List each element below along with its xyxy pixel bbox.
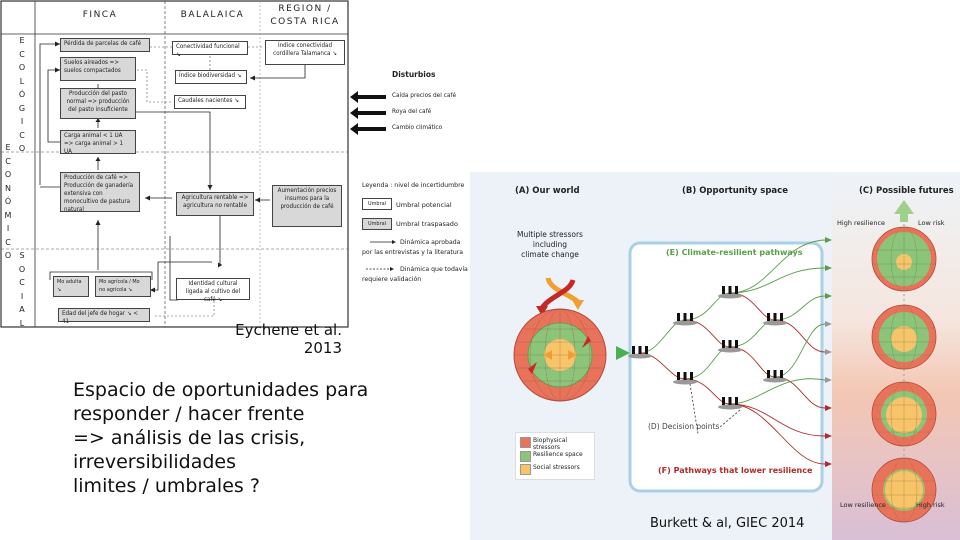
box-perdida-parcelas: Pérdida de parcelas de café — [60, 38, 150, 52]
legend-umbral-traspasado: Umbral traspasado — [396, 220, 458, 228]
disturbio-item: Caída precios del café — [392, 93, 457, 99]
arrow-left-icon — [350, 91, 386, 103]
legend-umbral-potencial: Umbral potencial — [396, 201, 452, 209]
column-header-balalaica: BALALAICA — [180, 10, 245, 20]
disturbios-title: Disturbios — [392, 70, 436, 79]
box-produccion-pasto: Producción del pasto normal => producció… — [60, 88, 136, 119]
box-aumentacion-precios: Aumentación precios insumos para la prod… — [272, 185, 342, 227]
box-caudales: Caudales nacientes ↘ — [174, 95, 246, 109]
legend-swatch-biophysical — [520, 437, 531, 448]
ipcc-figure: (A) Our world (B) Opportunity space (C) … — [470, 172, 960, 540]
ipcc-legend: Biophysical stressors Resilience space S… — [515, 432, 595, 480]
arrow-left-icon — [350, 123, 386, 135]
future-earth-4 — [871, 457, 937, 523]
box-carga-animal: Carga animal < 1 UA => carga animal > 1 … — [60, 130, 136, 155]
column-header-region: REGION / COSTA RICA — [270, 4, 340, 27]
high-risk-label: High risk — [916, 501, 945, 509]
flowchart-diagram: FINCA BALALAICA REGION / COSTA RICA ECOL… — [0, 0, 350, 330]
disturbios-arrows — [350, 91, 386, 135]
box-identidad-cultural: Identidad cultural ligada al cultivo del… — [176, 278, 250, 303]
legend-label-social: Social stressors — [533, 464, 580, 471]
box-mo-agricola: Mo agrícola / Mo no agrícola ↘ — [95, 276, 151, 297]
legend-label-resilience: Resilience space — [533, 451, 583, 458]
future-earth-1 — [871, 226, 937, 292]
low-resilience-label: Low resilience — [840, 501, 886, 509]
box-indice-biodiversidad: Índice biodiversidad ↘ — [175, 70, 247, 84]
legend-swatch-resilience — [520, 451, 531, 462]
legend-dashed-line: Dinámica que todavía requiere validación — [362, 266, 468, 283]
legend-solid-line: Dinámica aprobada por las entrevistas y … — [362, 239, 464, 256]
box-suelos: Suelos aireados => suelos compactados — [60, 57, 136, 81]
box-edad-jefe: Edad del jefe de hogar ↘ < 41 — [58, 308, 150, 325]
low-risk-label: Low risk — [918, 219, 945, 227]
row-label-ecologico: ECOLÓGICO — [18, 36, 26, 153]
box-conectividad-funcional: Conectividad funcional ↘ — [172, 41, 248, 58]
disturbio-item: Cambio climático — [392, 125, 443, 131]
arrow-left-icon — [350, 107, 386, 119]
box-mo-adulta: Mo adulta ↘ — [53, 276, 89, 297]
start-arrow-icon — [616, 346, 630, 360]
opportunity-space-frame — [628, 241, 824, 493]
legend-label-biophysical: Biophysical stressors — [533, 437, 568, 451]
future-earth-3 — [871, 381, 937, 447]
decision-points-label: (D) Decision points — [648, 422, 720, 431]
arrow-up-icon — [894, 200, 914, 222]
disturbios-panel: Disturbios Caída precios del café Roya d… — [350, 65, 470, 145]
citation-burkett: Burkett & al, GIEC 2014 — [650, 516, 805, 531]
legend-title: Leyenda : nivel de incertidumbre — [362, 182, 465, 189]
earth-our-world — [513, 308, 607, 402]
row-label-economico: ECONÓMICO — [4, 143, 12, 260]
main-text: Espacio de oportunidades para responder … — [73, 379, 369, 497]
legend-swatch-social — [520, 464, 531, 475]
ipcc-graphics — [513, 200, 937, 523]
disturbio-item: Roya del café — [392, 109, 432, 115]
high-resilience-label: High resilience — [837, 219, 886, 227]
lower-resilience-label: (F) Pathways that lower resilience — [658, 466, 813, 475]
box-produccion-cafe: Producción de café => Producción de gana… — [60, 172, 140, 213]
column-header-finca: FINCA — [82, 10, 118, 20]
box-agricultura: Agricultura rentable => agricultura no r… — [176, 192, 254, 216]
flowchart-legend: Leyenda : nivel de incertidumbre Umbral … — [360, 180, 472, 290]
legend-umbral-gray: Umbral — [362, 218, 392, 230]
row-label-social: SOCIAL — [18, 251, 26, 328]
legend-umbral-white: Umbral — [362, 198, 392, 210]
box-indice-conectividad: Índice conectividad cordillera Talamanca… — [265, 40, 345, 65]
citation-eychene: Eychene et al. 2013 — [235, 321, 342, 357]
future-earth-2 — [871, 304, 937, 370]
climate-resilient-label: (E) Climate-resilient pathways — [666, 248, 803, 257]
